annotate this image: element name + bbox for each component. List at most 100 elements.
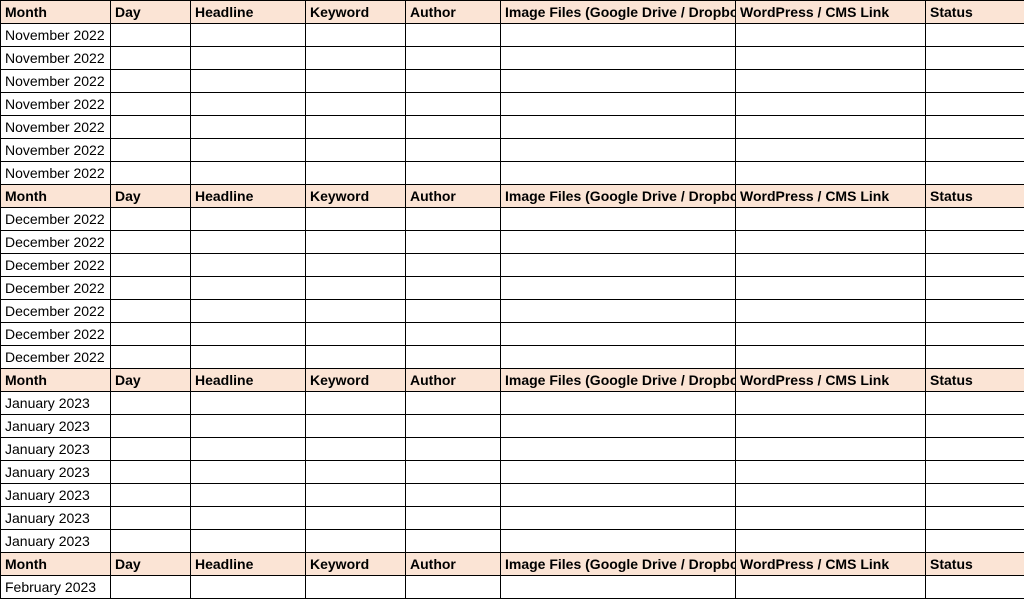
cell-keyword[interactable] bbox=[306, 438, 406, 461]
cell-day[interactable] bbox=[111, 47, 191, 70]
cell-day[interactable] bbox=[111, 277, 191, 300]
cell-day[interactable] bbox=[111, 323, 191, 346]
cell-wp[interactable] bbox=[736, 254, 926, 277]
cell-author[interactable] bbox=[406, 530, 501, 553]
cell-keyword[interactable] bbox=[306, 323, 406, 346]
cell-image[interactable] bbox=[501, 277, 736, 300]
cell-day[interactable] bbox=[111, 507, 191, 530]
cell-month[interactable]: November 2022 bbox=[1, 116, 111, 139]
cell-author[interactable] bbox=[406, 231, 501, 254]
cell-keyword[interactable] bbox=[306, 208, 406, 231]
cell-status[interactable] bbox=[926, 461, 1024, 484]
cell-keyword[interactable] bbox=[306, 139, 406, 162]
cell-day[interactable] bbox=[111, 231, 191, 254]
cell-wp[interactable] bbox=[736, 93, 926, 116]
cell-author[interactable] bbox=[406, 93, 501, 116]
cell-headline[interactable] bbox=[191, 139, 306, 162]
cell-month[interactable]: December 2022 bbox=[1, 208, 111, 231]
cell-wp[interactable] bbox=[736, 139, 926, 162]
cell-status[interactable] bbox=[926, 300, 1024, 323]
cell-wp[interactable] bbox=[736, 461, 926, 484]
cell-status[interactable] bbox=[926, 47, 1024, 70]
cell-month[interactable]: December 2022 bbox=[1, 346, 111, 369]
cell-keyword[interactable] bbox=[306, 415, 406, 438]
cell-month[interactable]: December 2022 bbox=[1, 323, 111, 346]
cell-headline[interactable] bbox=[191, 162, 306, 185]
cell-headline[interactable] bbox=[191, 24, 306, 47]
cell-keyword[interactable] bbox=[306, 70, 406, 93]
cell-month[interactable]: January 2023 bbox=[1, 530, 111, 553]
cell-keyword[interactable] bbox=[306, 47, 406, 70]
cell-status[interactable] bbox=[926, 231, 1024, 254]
cell-image[interactable] bbox=[501, 576, 736, 599]
cell-wp[interactable] bbox=[736, 392, 926, 415]
cell-author[interactable] bbox=[406, 139, 501, 162]
cell-headline[interactable] bbox=[191, 93, 306, 116]
cell-author[interactable] bbox=[406, 507, 501, 530]
cell-day[interactable] bbox=[111, 162, 191, 185]
cell-keyword[interactable] bbox=[306, 254, 406, 277]
cell-keyword[interactable] bbox=[306, 507, 406, 530]
cell-month[interactable]: November 2022 bbox=[1, 70, 111, 93]
cell-day[interactable] bbox=[111, 208, 191, 231]
cell-headline[interactable] bbox=[191, 47, 306, 70]
cell-month[interactable]: January 2023 bbox=[1, 507, 111, 530]
cell-headline[interactable] bbox=[191, 507, 306, 530]
cell-keyword[interactable] bbox=[306, 346, 406, 369]
cell-author[interactable] bbox=[406, 438, 501, 461]
cell-headline[interactable] bbox=[191, 254, 306, 277]
cell-image[interactable] bbox=[501, 208, 736, 231]
cell-day[interactable] bbox=[111, 438, 191, 461]
cell-author[interactable] bbox=[406, 70, 501, 93]
cell-image[interactable] bbox=[501, 254, 736, 277]
cell-headline[interactable] bbox=[191, 461, 306, 484]
cell-status[interactable] bbox=[926, 277, 1024, 300]
cell-status[interactable] bbox=[926, 116, 1024, 139]
cell-author[interactable] bbox=[406, 47, 501, 70]
cell-author[interactable] bbox=[406, 277, 501, 300]
cell-image[interactable] bbox=[501, 93, 736, 116]
cell-month[interactable]: November 2022 bbox=[1, 162, 111, 185]
cell-image[interactable] bbox=[501, 323, 736, 346]
cell-headline[interactable] bbox=[191, 70, 306, 93]
cell-image[interactable] bbox=[501, 162, 736, 185]
cell-image[interactable] bbox=[501, 116, 736, 139]
cell-wp[interactable] bbox=[736, 484, 926, 507]
cell-wp[interactable] bbox=[736, 116, 926, 139]
cell-month[interactable]: February 2023 bbox=[1, 576, 111, 599]
cell-status[interactable] bbox=[926, 254, 1024, 277]
cell-status[interactable] bbox=[926, 323, 1024, 346]
cell-headline[interactable] bbox=[191, 530, 306, 553]
cell-headline[interactable] bbox=[191, 415, 306, 438]
cell-image[interactable] bbox=[501, 484, 736, 507]
cell-image[interactable] bbox=[501, 461, 736, 484]
cell-wp[interactable] bbox=[736, 24, 926, 47]
cell-month[interactable]: December 2022 bbox=[1, 231, 111, 254]
cell-month[interactable]: November 2022 bbox=[1, 139, 111, 162]
cell-wp[interactable] bbox=[736, 530, 926, 553]
cell-author[interactable] bbox=[406, 254, 501, 277]
cell-day[interactable] bbox=[111, 346, 191, 369]
cell-wp[interactable] bbox=[736, 507, 926, 530]
cell-month[interactable]: December 2022 bbox=[1, 254, 111, 277]
cell-day[interactable] bbox=[111, 461, 191, 484]
cell-headline[interactable] bbox=[191, 346, 306, 369]
cell-month[interactable]: January 2023 bbox=[1, 461, 111, 484]
cell-headline[interactable] bbox=[191, 277, 306, 300]
cell-keyword[interactable] bbox=[306, 162, 406, 185]
cell-status[interactable] bbox=[926, 139, 1024, 162]
cell-day[interactable] bbox=[111, 70, 191, 93]
cell-headline[interactable] bbox=[191, 208, 306, 231]
cell-keyword[interactable] bbox=[306, 116, 406, 139]
cell-author[interactable] bbox=[406, 300, 501, 323]
cell-image[interactable] bbox=[501, 70, 736, 93]
cell-status[interactable] bbox=[926, 576, 1024, 599]
cell-month[interactable]: January 2023 bbox=[1, 438, 111, 461]
cell-author[interactable] bbox=[406, 24, 501, 47]
cell-status[interactable] bbox=[926, 70, 1024, 93]
cell-wp[interactable] bbox=[736, 208, 926, 231]
cell-image[interactable] bbox=[501, 24, 736, 47]
cell-status[interactable] bbox=[926, 93, 1024, 116]
cell-month[interactable]: January 2023 bbox=[1, 484, 111, 507]
cell-keyword[interactable] bbox=[306, 93, 406, 116]
